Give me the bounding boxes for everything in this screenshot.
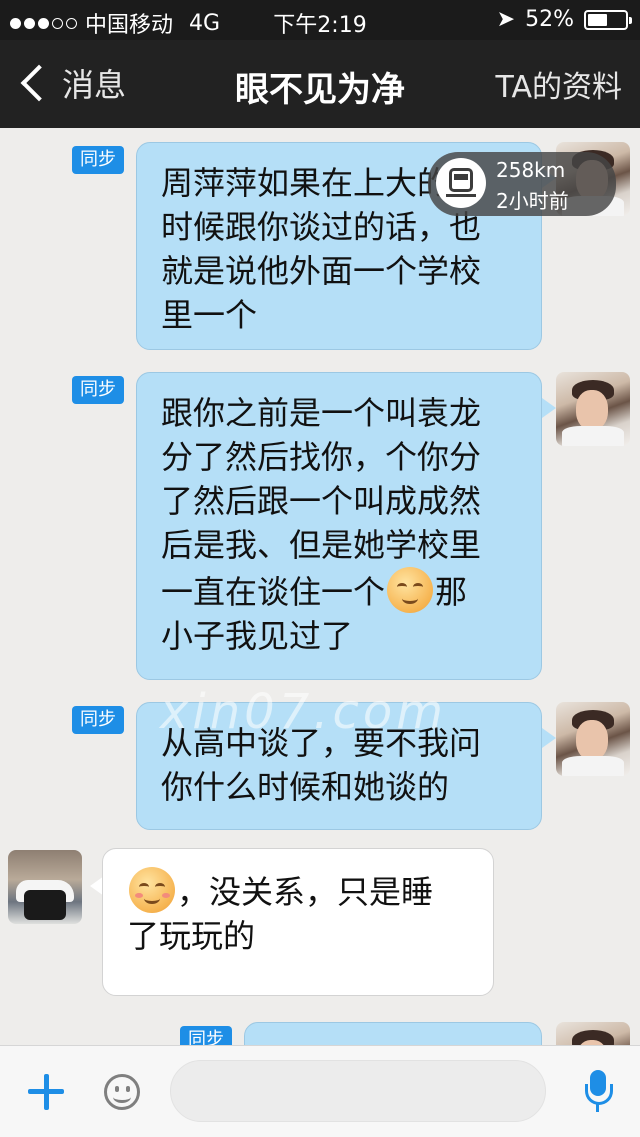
sync-badge: 同步 bbox=[72, 706, 124, 734]
watermark: xin07.com bbox=[160, 684, 448, 740]
input-bar bbox=[0, 1045, 640, 1137]
bubble-tail bbox=[542, 728, 556, 748]
message-text: 跟你之前是一个叫袁龙 分了然后找你，个你分 了然后跟一个叫成成然 后是我、但是她… bbox=[161, 394, 482, 611]
location-arrow-icon: ➤ bbox=[496, 7, 516, 32]
contact-avatar[interactable] bbox=[8, 850, 82, 924]
profile-button[interactable]: TA的资料 bbox=[495, 62, 622, 106]
my-avatar[interactable] bbox=[556, 372, 630, 446]
sync-badge: 同步 bbox=[72, 376, 124, 404]
time-ago-text: 2小时前 bbox=[496, 189, 569, 213]
chat-area[interactable]: 同步 周萍萍如果在上大的 时候跟你谈过的话，也 就是说他外面一个学校 里一个 同… bbox=[0, 128, 640, 1045]
distance-text: 258km bbox=[496, 158, 566, 182]
sync-badge: 同步 bbox=[72, 146, 124, 174]
navigation-bar: 消息 眼不见为净 TA的资料 bbox=[0, 40, 640, 128]
location-distance-popup[interactable]: 258km 2小时前 bbox=[428, 152, 616, 216]
message-bubble-incoming[interactable]: ，没关系，只是睡 了玩玩的 bbox=[102, 848, 494, 996]
status-bar: 中国移动 4G 下午2:19 ➤ 52% bbox=[0, 0, 640, 40]
message-bubble-outgoing[interactable]: 跟你之前是一个叫袁龙 分了然后找你，个你分 了然后跟一个叫成成然 后是我、但是她… bbox=[136, 372, 542, 680]
microphone-icon[interactable] bbox=[584, 1070, 613, 1114]
sync-badge: 同步 bbox=[180, 1026, 232, 1045]
battery-icon bbox=[584, 9, 632, 30]
status-right: ➤ 52% bbox=[496, 7, 632, 32]
emoji-icon[interactable] bbox=[104, 1074, 140, 1110]
bubble-tail bbox=[542, 398, 556, 418]
my-avatar[interactable] bbox=[556, 702, 630, 776]
my-avatar[interactable] bbox=[556, 1022, 630, 1045]
plus-icon[interactable] bbox=[28, 1074, 64, 1110]
message-bubble-outgoing[interactable] bbox=[244, 1022, 542, 1045]
battery-percent: 52% bbox=[525, 7, 574, 32]
awkward-emoji-icon bbox=[387, 567, 434, 613]
train-icon bbox=[436, 158, 486, 208]
message-input[interactable] bbox=[170, 1060, 546, 1122]
smile-blush-emoji-icon bbox=[129, 867, 175, 913]
